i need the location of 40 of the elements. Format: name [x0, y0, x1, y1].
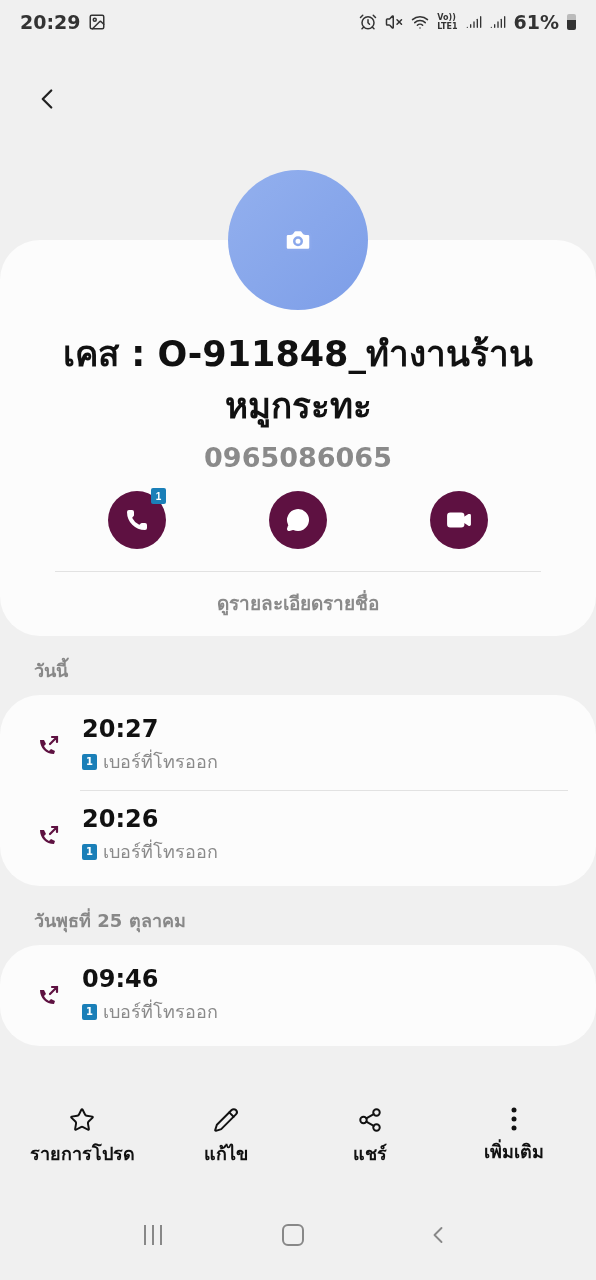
phone-icon	[125, 508, 149, 532]
battery-level: 61%	[513, 11, 559, 33]
call-button[interactable]: 1	[108, 491, 166, 549]
toolbar-button[interactable]: เพิ่มเติม	[449, 1107, 579, 1168]
date-header: วันพุธที่ 25 ตุลาคม	[33, 907, 187, 935]
call-time: 09:46	[82, 965, 160, 993]
share-icon	[357, 1107, 383, 1133]
alarm-icon	[359, 13, 378, 31]
wifi-icon	[411, 13, 430, 31]
toolbar-button[interactable]: แชร์	[305, 1107, 435, 1168]
chat-bubble-icon	[286, 508, 310, 532]
battery-icon	[567, 14, 576, 30]
recents-button[interactable]	[144, 1225, 162, 1245]
star-icon	[69, 1107, 95, 1133]
network-label: LTE1	[437, 22, 458, 31]
date-header: วันนี้	[0, 636, 596, 695]
message-button[interactable]	[269, 491, 327, 549]
call-time: 20:26	[82, 805, 160, 833]
toolbar-button[interactable]: แก้ไข	[161, 1107, 291, 1168]
sim-badge: 1	[82, 1003, 97, 1020]
toolbar-button[interactable]: รายการโปรด	[17, 1107, 147, 1168]
call-type: เบอร์ที่โทรออก	[103, 838, 218, 864]
signal-icon	[489, 14, 506, 30]
call-type: เบอร์ที่โทรออก	[103, 748, 218, 774]
image-icon	[88, 13, 107, 31]
sim-badge: 1	[82, 753, 97, 770]
video-call-button[interactable]	[430, 491, 488, 549]
sim-badge: 1	[82, 843, 97, 860]
mute-icon	[385, 13, 404, 31]
call-time: 20:27	[82, 715, 160, 743]
network-label: Vo))	[437, 13, 456, 22]
home-button[interactable]	[282, 1224, 304, 1246]
contact-name: เคส : O-911848_ทำงานร้านหมูกระทะ	[62, 333, 534, 430]
call-type: เบอร์ที่โทรออก	[103, 998, 218, 1024]
clock: 20:29	[20, 11, 81, 33]
phone-number: 0965086065	[204, 442, 392, 473]
sim-badge: 1	[151, 488, 166, 504]
more-icon	[511, 1107, 517, 1131]
signal-icon	[465, 14, 482, 30]
pencil-icon	[213, 1107, 239, 1133]
